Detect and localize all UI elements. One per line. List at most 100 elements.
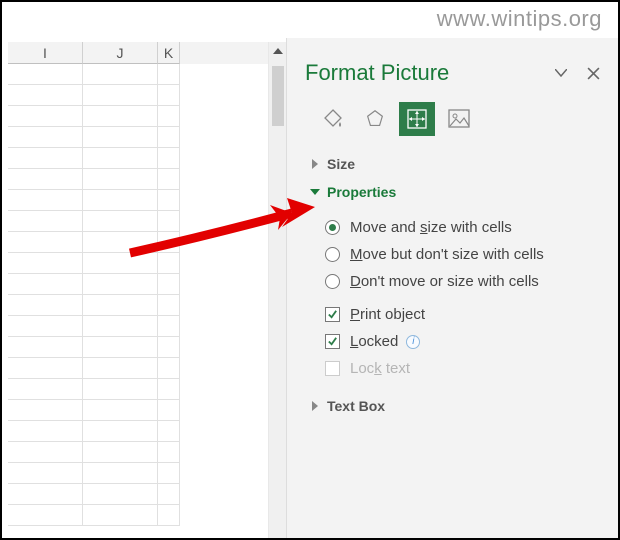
cell[interactable] [83,85,158,106]
cell[interactable] [8,232,83,253]
panel-options-dropdown[interactable] [552,64,570,82]
cell[interactable] [158,442,180,463]
cell[interactable] [8,64,83,85]
cell[interactable] [83,127,158,148]
radio-option-0[interactable]: Move and size with cells [325,214,610,241]
checkbox-icon [325,361,340,376]
cell[interactable] [158,127,180,148]
cell[interactable] [8,463,83,484]
cell[interactable] [158,463,180,484]
grid-row [8,190,268,211]
cell[interactable] [158,106,180,127]
cell[interactable] [158,253,180,274]
cell[interactable] [158,190,180,211]
cell[interactable] [8,505,83,526]
panel-tabs [287,94,620,150]
cell[interactable] [83,148,158,169]
radio-label: Don't move or size with cells [350,273,539,290]
column-header-K[interactable]: K [158,42,180,64]
cell[interactable] [158,64,180,85]
column-header-J[interactable]: J [83,42,158,64]
cell[interactable] [158,295,180,316]
scroll-up-button[interactable] [270,42,286,60]
info-icon[interactable]: i [406,335,420,349]
grid-row [8,148,268,169]
cell[interactable] [8,127,83,148]
cell[interactable] [83,253,158,274]
cell[interactable] [158,211,180,232]
radio-option-1[interactable]: Move but don't size with cells [325,241,610,268]
cell[interactable] [158,400,180,421]
cell[interactable] [158,169,180,190]
tab-effects[interactable] [357,102,393,136]
cell[interactable] [8,358,83,379]
cell[interactable] [83,358,158,379]
checkbox-option-1[interactable]: Lockedi [325,328,610,355]
cell[interactable] [8,274,83,295]
tab-size-properties[interactable] [399,102,435,136]
cell[interactable] [83,421,158,442]
cell[interactable] [8,337,83,358]
cell[interactable] [83,442,158,463]
close-button[interactable] [584,64,602,82]
cell[interactable] [8,379,83,400]
section-size[interactable]: Size [287,150,620,178]
cell[interactable] [83,106,158,127]
section-properties[interactable]: Properties [287,178,620,206]
grid-row [8,316,268,337]
cell[interactable] [158,148,180,169]
cell[interactable] [83,190,158,211]
cell[interactable] [158,421,180,442]
checkbox-option-0[interactable]: Print object [325,301,610,328]
scroll-track[interactable] [269,60,286,540]
cell[interactable] [158,484,180,505]
grid-row [8,358,268,379]
cell[interactable] [83,337,158,358]
cell[interactable] [158,85,180,106]
cell[interactable] [158,232,180,253]
cell[interactable] [158,358,180,379]
cell[interactable] [8,211,83,232]
cell[interactable] [8,169,83,190]
cell[interactable] [8,148,83,169]
cell[interactable] [83,484,158,505]
cell[interactable] [8,190,83,211]
cell[interactable] [83,379,158,400]
cell[interactable] [8,85,83,106]
cell[interactable] [158,337,180,358]
grid-row [8,337,268,358]
cell[interactable] [8,442,83,463]
cell[interactable] [83,400,158,421]
cell[interactable] [158,274,180,295]
tab-fill[interactable] [315,102,351,136]
cell[interactable] [8,400,83,421]
cell[interactable] [8,295,83,316]
cell[interactable] [158,505,180,526]
cell[interactable] [83,295,158,316]
cell[interactable] [83,211,158,232]
cell[interactable] [83,169,158,190]
grid-row [8,274,268,295]
scroll-thumb[interactable] [272,66,284,126]
cell[interactable] [83,274,158,295]
cell[interactable] [83,505,158,526]
radio-option-2[interactable]: Don't move or size with cells [325,268,610,295]
cell[interactable] [8,484,83,505]
cell[interactable] [83,64,158,85]
column-header-I[interactable]: I [8,42,83,64]
cell-grid[interactable] [8,64,268,540]
cell[interactable] [8,106,83,127]
cell[interactable] [8,316,83,337]
radio-icon [325,247,340,262]
cell[interactable] [83,232,158,253]
tab-picture[interactable] [441,102,477,136]
grid-row [8,295,268,316]
section-textbox[interactable]: Text Box [287,392,620,420]
cell[interactable] [158,379,180,400]
cell[interactable] [158,316,180,337]
cell[interactable] [83,316,158,337]
cell[interactable] [83,463,158,484]
cell[interactable] [8,253,83,274]
vertical-scrollbar[interactable] [268,42,286,540]
cell[interactable] [8,421,83,442]
